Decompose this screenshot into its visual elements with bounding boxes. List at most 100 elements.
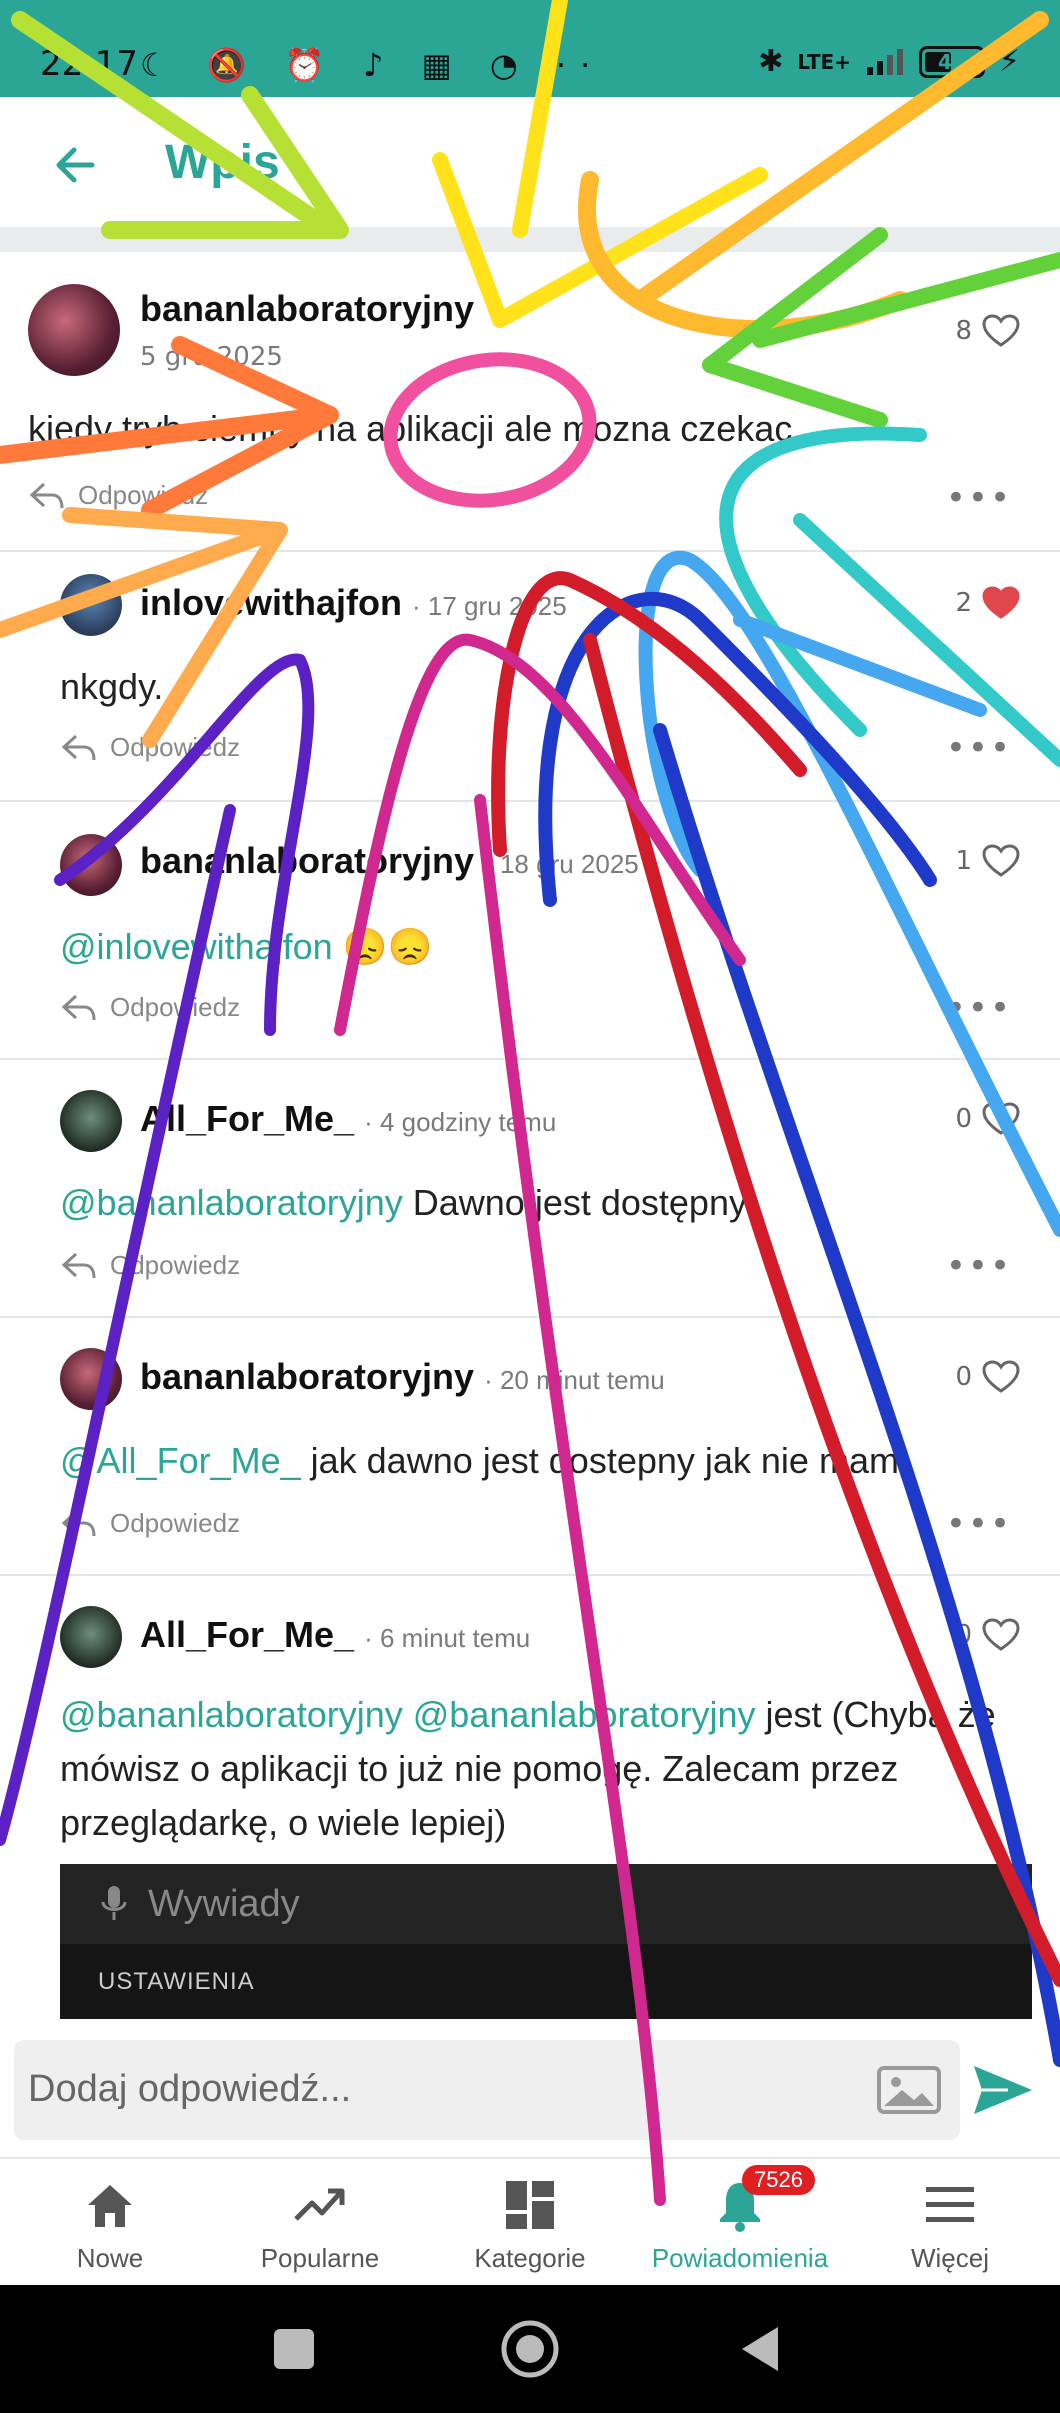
status-right-icons: ✱ LTE+ 48 ⚡ (758, 44, 1020, 79)
comment-body: @All_For_Me_ jak dawno jest dostepny jak… (60, 1434, 1040, 1488)
header-divider (0, 227, 1060, 252)
comment-item: bananlaboratoryjny 5 gru 2025 8 kiedy tr… (0, 252, 1060, 552)
reply-button[interactable]: Odpowiedz (30, 480, 208, 511)
system-navigation-bar (0, 2285, 1060, 2413)
reply-composer: Dodaj odpowiedź... (0, 2022, 1060, 2157)
comment-author[interactable]: bananlaboratoryjny · 20 minut temu (140, 1356, 665, 1398)
nav-item-wiecej[interactable]: Więcej (844, 2159, 1056, 2287)
like-button[interactable]: 1 (955, 844, 1020, 878)
nav-label: Popularne (260, 2243, 380, 2273)
like-count: 0 (955, 1362, 972, 1392)
heart-outline-icon (982, 1618, 1020, 1651)
categories-icon (506, 2181, 554, 2229)
more-options-icon[interactable]: ••• (946, 1246, 1012, 1286)
like-count: 0 (955, 1104, 972, 1134)
comment-time: · 18 gru 2025 (484, 849, 639, 879)
comment-mention[interactable]: @bananlaboratoryjny @bananlaboratoryjny (60, 1694, 756, 1735)
like-button[interactable]: 0 (955, 1360, 1020, 1394)
send-icon[interactable] (970, 2062, 1036, 2118)
comment-time: · 4 godziny temu (364, 1107, 557, 1137)
comment-time: · 20 minut temu (484, 1365, 665, 1395)
more-options-icon[interactable]: ••• (946, 478, 1012, 518)
panel-row-interviews: Wywiady (100, 1864, 300, 1944)
reply-input[interactable]: Dodaj odpowiedź... (14, 2040, 960, 2140)
comment-time: 5 gru 2025 (140, 342, 283, 372)
comment-mention[interactable]: @inlovewithajfon (60, 926, 333, 967)
arrow-left-icon[interactable] (48, 137, 104, 193)
avatar[interactable] (60, 834, 122, 896)
comment-body: @inlovewithajfon 😞😞 (60, 920, 1020, 974)
reply-label: Odpowiedz (78, 480, 209, 510)
more-options-icon[interactable]: ••• (946, 988, 1012, 1028)
nav-label: Kategorie (474, 2243, 586, 2273)
comment-item: All_For_Me_ · 6 minut temu 0 @bananlabor… (0, 1576, 1060, 1866)
home-circle-icon[interactable] (498, 2317, 562, 2381)
reply-button[interactable]: Odpowiedz (62, 1508, 240, 1539)
comment-item: bananlaboratoryjny · 18 gru 2025 1 @inlo… (0, 802, 1060, 1060)
panel-section-label: USTAWIENIA (98, 1968, 255, 1995)
reply-icon (30, 482, 64, 508)
back-triangle-icon[interactable] (732, 2317, 796, 2381)
like-count: 1 (955, 846, 972, 876)
comment-author[interactable]: All_For_Me_ · 4 godziny temu (140, 1098, 556, 1140)
more-options-icon[interactable]: ••• (946, 1504, 1012, 1544)
nav-label: Powiadomienia (651, 2243, 829, 2273)
like-button[interactable]: 8 (955, 314, 1020, 348)
reply-label: Odpowiedz (110, 1250, 241, 1280)
heart-filled-icon (982, 586, 1020, 619)
avatar[interactable] (60, 1090, 122, 1152)
avatar[interactable] (60, 1348, 122, 1410)
network-label: LTE+ (797, 49, 851, 74)
like-count: 0 (955, 1620, 972, 1650)
like-count: 2 (955, 588, 972, 618)
recents-icon[interactable] (262, 2317, 326, 2381)
comment-text: 😞😞 (332, 926, 433, 967)
reply-placeholder: Dodaj odpowiedź... (28, 2068, 352, 2110)
comment-body: nkgdy. (60, 660, 1020, 714)
comment-author[interactable]: inlovewithajfon · 17 gru 2025 (140, 582, 567, 624)
microphone-icon (101, 1886, 127, 1920)
more-options-icon[interactable]: ••• (946, 728, 1012, 768)
comment-item: All_For_Me_ · 4 godziny temu 0 @bananlab… (0, 1060, 1060, 1318)
comment-text: nkgdy. (60, 666, 164, 707)
reply-button[interactable]: Odpowiedz (62, 992, 240, 1023)
reply-button[interactable]: Odpowiedz (62, 1250, 240, 1281)
reply-button[interactable]: Odpowiedz (62, 732, 240, 763)
trending-icon (294, 2188, 345, 2221)
comment-text: kiedy tryb ciemny na aplikacji ale mozna… (28, 408, 793, 449)
comment-author[interactable]: bananlaboratoryjny (140, 288, 474, 330)
status-bar: 22:17 ☾ 🔕 ⏰ ♪ ▦ ◔ ·· ✱ LTE+ 48 ⚡ (0, 0, 1060, 97)
like-button[interactable]: 0 (955, 1102, 1020, 1136)
like-button[interactable]: 2 (955, 586, 1020, 620)
reply-label: Odpowiedz (110, 732, 241, 762)
avatar[interactable] (60, 574, 122, 636)
comment-author[interactable]: bananlaboratoryjny · 18 gru 2025 (140, 840, 639, 882)
nav-item-kategorie[interactable]: Kategorie (424, 2159, 636, 2287)
bluetooth-icon: ✱ (758, 44, 784, 79)
nav-item-nowe[interactable]: Nowe (4, 2159, 216, 2287)
comment-author[interactable]: All_For_Me_ · 6 minut temu (140, 1614, 530, 1656)
comment-mention[interactable]: @All_For_Me_ (60, 1440, 301, 1481)
like-button[interactable]: 0 (955, 1618, 1020, 1652)
reply-icon (62, 734, 96, 760)
comment-mention[interactable]: @bananlaboratoryjny (60, 1182, 403, 1223)
avatar[interactable] (28, 284, 120, 376)
panel-item-label: Wywiady (148, 1882, 300, 1925)
nav-label: Nowe (76, 2243, 144, 2273)
avatar[interactable] (60, 1606, 122, 1668)
image-icon[interactable] (876, 2062, 942, 2118)
nav-label: Więcej (910, 2243, 989, 2273)
heart-outline-icon (982, 1102, 1020, 1135)
comment-body: kiedy tryb ciemny na aplikacji ale mozna… (28, 402, 1028, 456)
embedded-screenshot: Wywiady USTAWIENIA (60, 1864, 1032, 2019)
status-notification-icons: ☾ 🔕 ⏰ ♪ ▦ ◔ ·· (140, 46, 605, 84)
charging-icon: ⚡ (998, 44, 1020, 79)
nav-item-powiadomienia[interactable]: 7526 Powiadomienia (634, 2159, 846, 2287)
heart-outline-icon (982, 1360, 1020, 1393)
menu-icon (926, 2187, 974, 2222)
reply-icon (62, 994, 96, 1020)
page-title: Wpis (165, 136, 280, 189)
nav-item-popularne[interactable]: Popularne (214, 2159, 426, 2287)
comment-time: · 17 gru 2025 (412, 591, 567, 621)
battery-level: 48 (938, 49, 966, 74)
